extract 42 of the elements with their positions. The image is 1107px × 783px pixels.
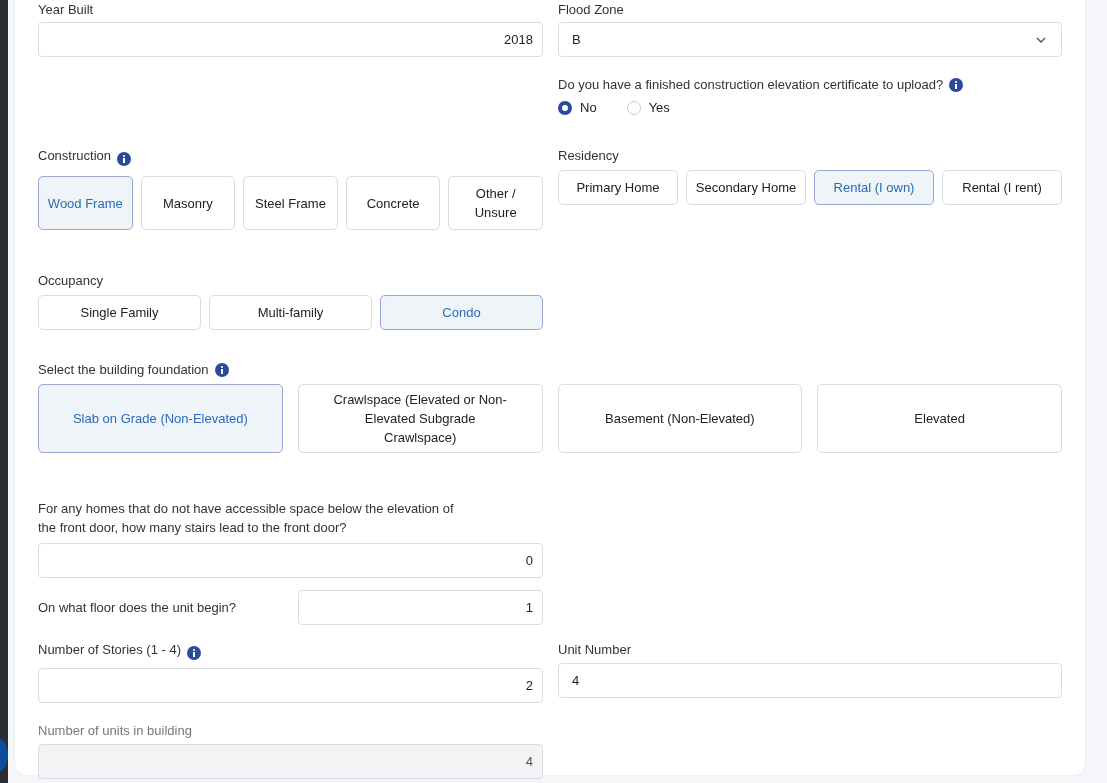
- info-icon[interactable]: [949, 78, 964, 92]
- field-label: Residency: [558, 148, 620, 164]
- option-button[interactable]: Single Family: [38, 295, 201, 330]
- question-label: For any homes that do not have accessible space below the elevation of the front door, how many stairs lead to the front door?: [38, 500, 455, 537]
- option-button[interactable]: Rental (I rent): [942, 170, 1062, 205]
- field-label: Flood Zone: [558, 2, 625, 18]
- input-field[interactable]: 1: [298, 590, 543, 625]
- option-button[interactable]: Condo: [380, 295, 543, 330]
- field-label: Unit Number: [558, 642, 632, 658]
- radio-button[interactable]: [558, 100, 572, 115]
- input-field[interactable]: 2018: [38, 22, 543, 57]
- option-button[interactable]: Masonry: [140, 176, 236, 230]
- radio-option[interactable]: No: [558, 100, 597, 115]
- option-button[interactable]: Crawlspace (Elevated or Non-Elevated Subgrade Crawlspace): [297, 384, 543, 453]
- option-button[interactable]: Multi-family: [209, 295, 372, 330]
- input-field[interactable]: 0: [38, 543, 543, 578]
- option-button[interactable]: Concrete: [345, 176, 441, 230]
- radio-option[interactable]: Yes: [626, 100, 670, 115]
- option-button[interactable]: Other / Unsure: [448, 176, 543, 230]
- input-field[interactable]: 2: [38, 668, 543, 703]
- info-icon[interactable]: [117, 152, 131, 166]
- dropdown-field[interactable]: B: [558, 22, 1062, 57]
- field-label: Number of Stories (1 - 4): [38, 642, 182, 658]
- field-label: Occupancy: [38, 273, 105, 289]
- input-field[interactable]: 4: [558, 663, 1062, 698]
- option-button[interactable]: Secondary Home: [686, 170, 806, 205]
- info-icon[interactable]: [187, 645, 202, 660]
- option-button[interactable]: Slab on Grade (Non-Elevated): [38, 384, 283, 453]
- info-icon[interactable]: [214, 363, 229, 377]
- option-button[interactable]: Steel Frame: [243, 176, 338, 230]
- chevron-down-icon: [1035, 35, 1047, 44]
- question-label: On what floor does the unit begin?: [38, 599, 238, 616]
- option-button[interactable]: Primary Home: [558, 170, 678, 205]
- field-label: Construction: [38, 148, 111, 164]
- option-button[interactable]: Basement (Non-Elevated): [557, 384, 803, 453]
- question-label: Do you have a finished construction elevation certificate to upload?: [558, 77, 944, 93]
- field-label: Year Built: [38, 2, 95, 18]
- option-button[interactable]: Wood Frame: [38, 176, 133, 230]
- option-button[interactable]: Rental (I own): [814, 170, 934, 205]
- field-label: Number of units in building: [38, 723, 193, 739]
- option-button[interactable]: Elevated: [817, 384, 1062, 453]
- field-label: Select the building foundation: [38, 362, 209, 378]
